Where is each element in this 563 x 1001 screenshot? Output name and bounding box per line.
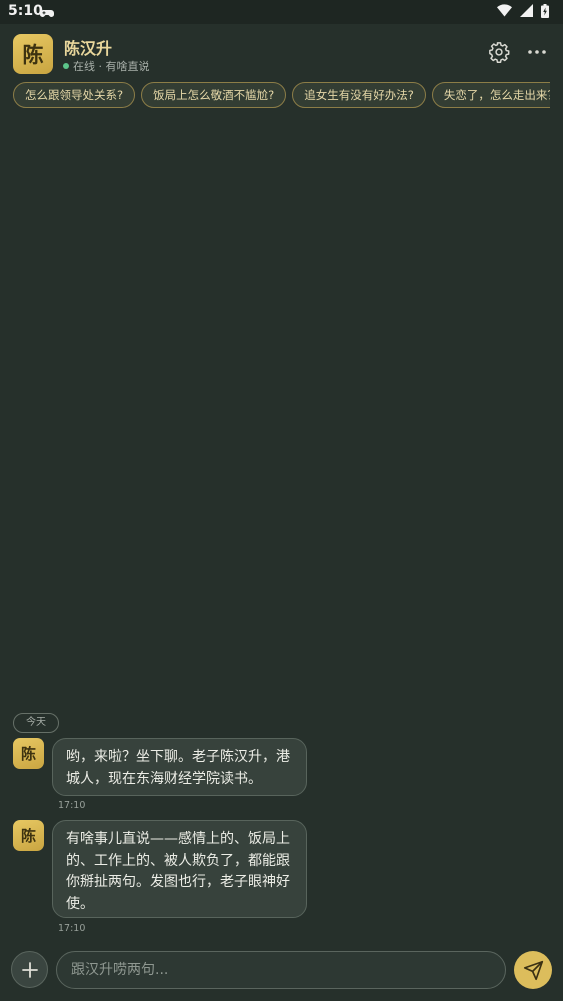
attach-button[interactable] bbox=[11, 951, 48, 988]
send-button[interactable] bbox=[514, 951, 552, 989]
status-bar: 5:10 bbox=[0, 0, 563, 24]
message-time: 17:10 bbox=[58, 800, 86, 811]
gear-icon bbox=[489, 42, 510, 63]
suggestion-chips: 怎么跟领导处关系? 饭局上怎么敬酒不尴尬? 追女生有没有好办法? 失恋了，怎么走出来？ bbox=[13, 82, 550, 110]
gamepad-icon bbox=[40, 5, 54, 24]
status-time: 5:10 bbox=[8, 3, 43, 19]
suggestion-chip[interactable]: 失恋了，怎么走出来？ bbox=[431, 82, 550, 108]
message-bubble: 有啥事儿直说——感情上的、饭局上的、工作上的、被人欺负了，都能跟你掰扯两句。发图… bbox=[52, 820, 307, 918]
status-text: 在线 · 有啥直说 bbox=[73, 60, 150, 73]
battery-charging-icon bbox=[541, 4, 549, 18]
contact-status: 在线 · 有啥直说 bbox=[63, 58, 150, 74]
cellular-signal-icon bbox=[519, 4, 533, 17]
avatar[interactable]: 陈 bbox=[13, 738, 44, 769]
avatar[interactable]: 陈 bbox=[13, 820, 44, 851]
day-divider: 今天 bbox=[13, 713, 59, 733]
suggestion-chip[interactable]: 追女生有没有好办法? bbox=[292, 82, 426, 108]
chat-header: 陈 陈汉升 在线 · 有啥直说 bbox=[0, 24, 563, 80]
message-input[interactable] bbox=[56, 951, 506, 989]
suggestion-chip[interactable]: 怎么跟领导处关系? bbox=[13, 82, 136, 108]
settings-button[interactable] bbox=[486, 39, 512, 65]
suggestion-chip[interactable]: 饭局上怎么敬酒不尴尬? bbox=[141, 82, 287, 108]
more-icon bbox=[528, 50, 546, 54]
wifi-icon bbox=[496, 4, 512, 17]
online-indicator bbox=[63, 63, 69, 69]
message-bubble: 哟，来啦？坐下聊。老子陈汉升，港城人，现在东海财经学院读书。 bbox=[52, 738, 307, 796]
composer bbox=[0, 943, 563, 1001]
avatar[interactable]: 陈 bbox=[13, 34, 53, 74]
send-icon bbox=[523, 960, 543, 980]
message-time: 17:10 bbox=[58, 923, 86, 934]
contact-name: 陈汉升 bbox=[64, 39, 113, 58]
plus-icon bbox=[21, 961, 38, 978]
more-button[interactable] bbox=[524, 39, 550, 65]
